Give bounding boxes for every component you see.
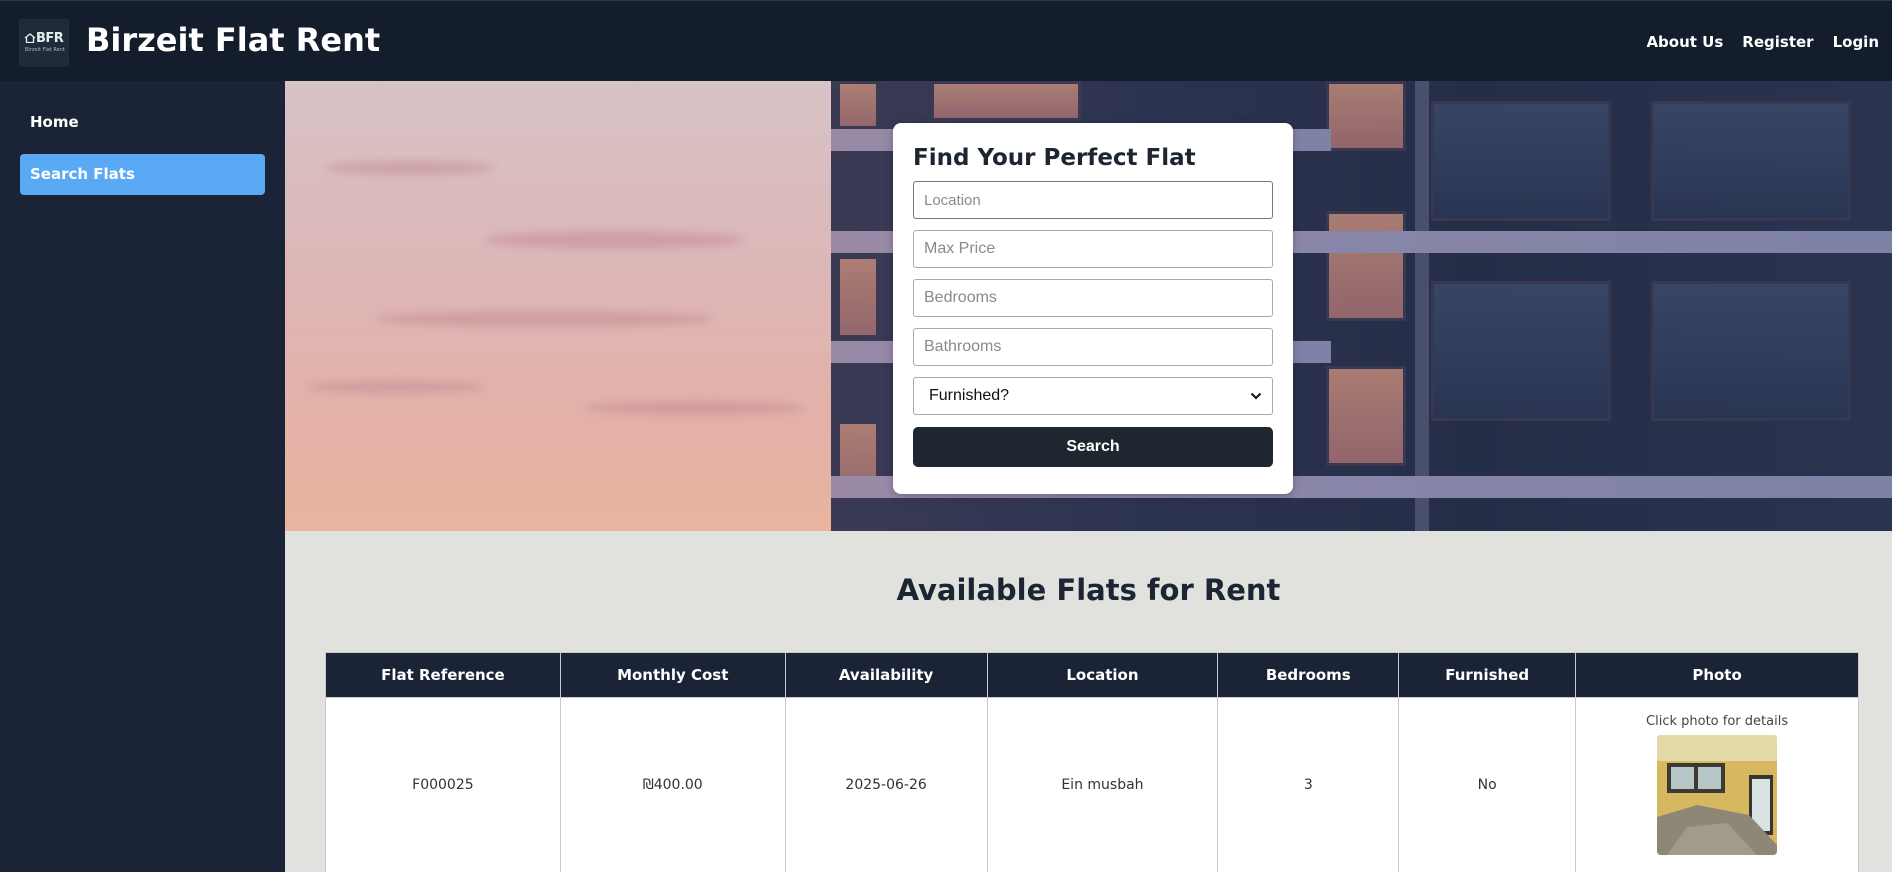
sidebar-item-search-flats[interactable]: Search Flats: [20, 154, 265, 195]
logo-subtext: Birzeit Flat Rent: [25, 47, 65, 53]
bedrooms-input[interactable]: [913, 279, 1273, 317]
nav-about-us[interactable]: About Us: [1646, 33, 1723, 51]
hero-banner: Find Your Perfect Flat Furnished? Search: [285, 81, 1892, 531]
cell-photo: Click photo for details: [1575, 697, 1859, 872]
photo-hint: Click photo for details: [1646, 714, 1789, 729]
column-header-availability[interactable]: Availability: [784, 652, 988, 698]
top-header: BFR Birzeit Flat Rent Birzeit Flat Rent …: [0, 0, 1892, 81]
listing-title: Available Flats for Rent: [896, 573, 1281, 607]
cell-location: Ein musbah: [986, 697, 1219, 872]
room-image: [1657, 735, 1778, 855]
cloud-shape: [325, 161, 495, 175]
nav-login[interactable]: Login: [1833, 33, 1879, 51]
cloud-shape: [485, 231, 745, 249]
window: [1431, 281, 1611, 421]
cell-bedrooms: 3: [1217, 697, 1400, 872]
window: [837, 256, 879, 338]
house-icon: [24, 33, 36, 43]
window: [1651, 281, 1851, 421]
sidebar: Home Search Flats: [0, 81, 285, 872]
nav-register[interactable]: Register: [1742, 33, 1813, 51]
window: [931, 81, 1081, 121]
listing-section: Available Flats for Rent Flat Reference …: [285, 531, 1892, 872]
window: [837, 81, 879, 129]
chevron-down-icon: [1250, 392, 1262, 400]
column-header-location[interactable]: Location: [986, 652, 1219, 698]
column-header-furnished[interactable]: Furnished: [1398, 652, 1577, 698]
cell-furnished: No: [1398, 697, 1577, 872]
building-pillar: [1415, 81, 1429, 531]
bathrooms-input[interactable]: [913, 328, 1273, 366]
window: [1431, 101, 1611, 221]
flats-table: Flat Reference Monthly Cost Availability…: [325, 652, 1859, 872]
column-header-monthly-cost[interactable]: Monthly Cost: [559, 652, 786, 698]
table-row: F000025 ₪400.00 2025-06-26 Ein musbah 3 …: [325, 697, 1859, 872]
column-header-bedrooms[interactable]: Bedrooms: [1217, 652, 1400, 698]
column-header-flat-reference[interactable]: Flat Reference: [325, 652, 561, 698]
cloud-shape: [585, 401, 805, 415]
window: [1651, 101, 1851, 221]
cell-monthly-cost: ₪400.00: [559, 697, 786, 872]
max-price-input[interactable]: [913, 230, 1273, 268]
search-title: Find Your Perfect Flat: [913, 145, 1196, 171]
logo-text: BFR: [36, 31, 64, 46]
location-input[interactable]: [913, 181, 1273, 219]
furnished-select-value: Furnished?: [929, 387, 1010, 404]
table-header-row: Flat Reference Monthly Cost Availability…: [325, 652, 1859, 698]
header-nav: About Us Register Login: [1646, 33, 1879, 51]
sidebar-item-home[interactable]: Home: [20, 102, 265, 143]
search-button[interactable]: Search: [913, 427, 1273, 467]
flat-photo[interactable]: [1657, 735, 1778, 855]
window: [1326, 211, 1406, 321]
column-header-photo: Photo: [1575, 652, 1859, 698]
window: [1326, 366, 1406, 466]
cell-flat-reference[interactable]: F000025: [325, 697, 561, 872]
site-title[interactable]: Birzeit Flat Rent: [86, 21, 380, 59]
cell-availability: 2025-06-26: [784, 697, 988, 872]
site-logo[interactable]: BFR Birzeit Flat Rent: [19, 19, 69, 67]
search-form: Find Your Perfect Flat Furnished? Search: [893, 123, 1293, 494]
furnished-select[interactable]: Furnished?: [913, 377, 1273, 415]
window: [1326, 81, 1406, 151]
cloud-shape: [375, 311, 715, 327]
cloud-shape: [305, 381, 485, 393]
